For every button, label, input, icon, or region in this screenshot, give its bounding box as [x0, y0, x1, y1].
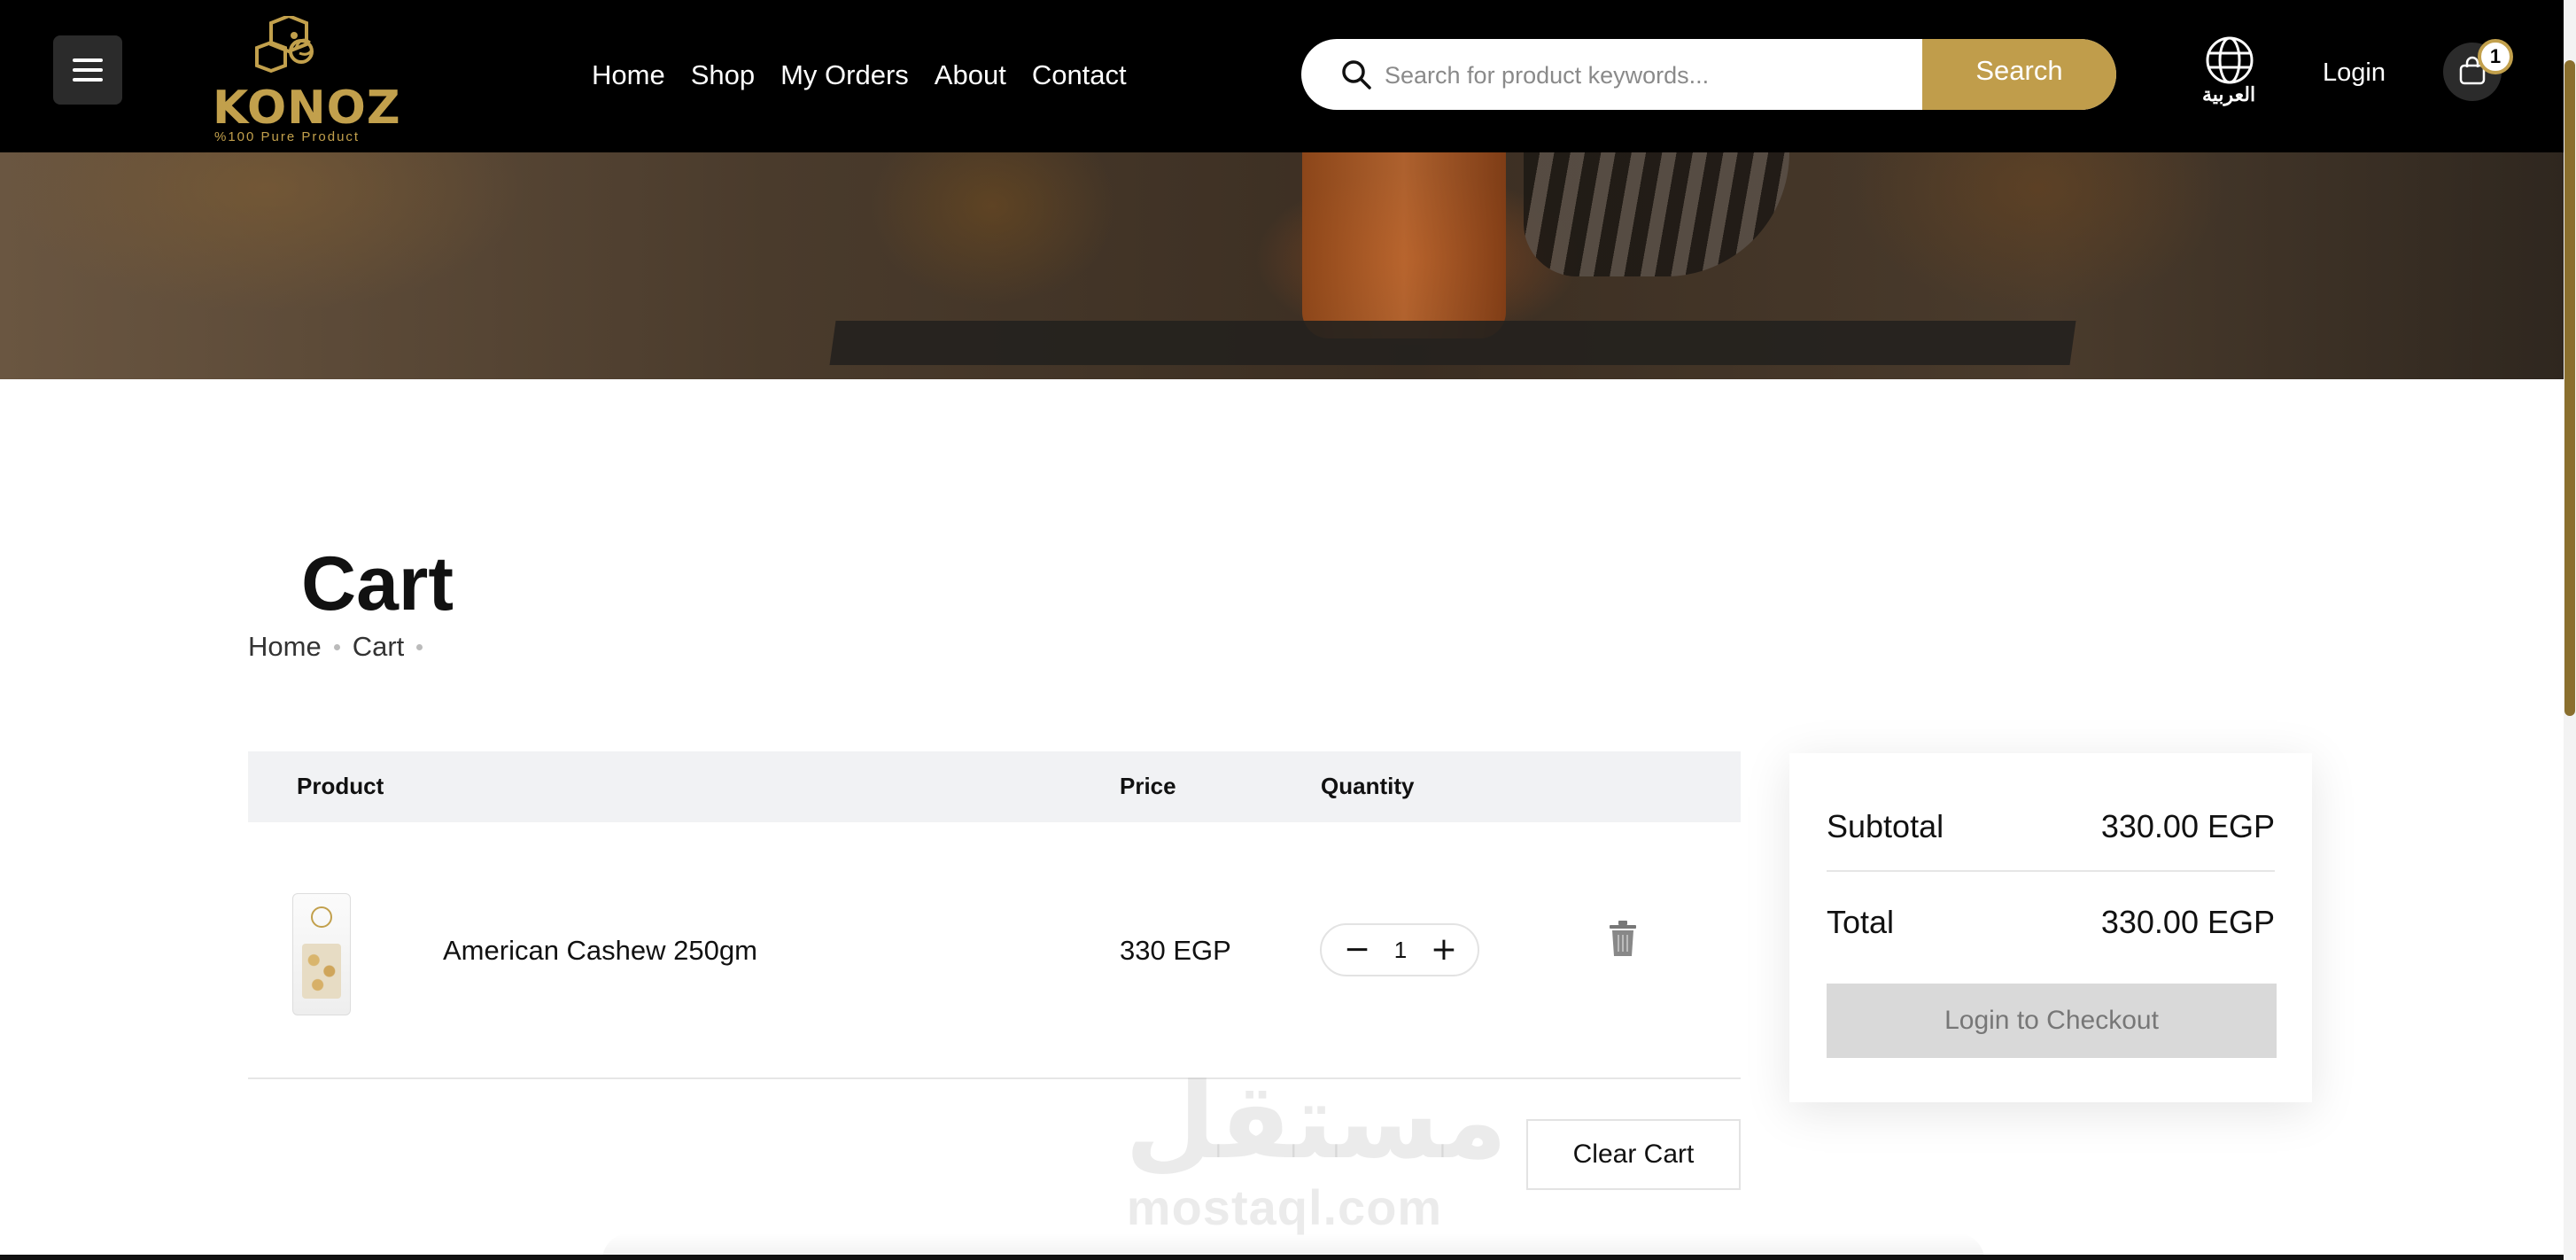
page-title: Cart	[301, 541, 454, 626]
main-nav: Home Shop My Orders About Contact	[592, 53, 1127, 97]
search-icon	[1342, 60, 1371, 89]
scrollbar-thumb[interactable]	[2564, 60, 2575, 716]
cart-table-header: Product Price Quantity	[248, 751, 1741, 822]
header-product: Product	[297, 773, 384, 799]
nav-home[interactable]: Home	[592, 53, 665, 97]
product-name[interactable]: American Cashew 250gm	[443, 935, 757, 967]
globe-icon	[2206, 36, 2254, 84]
header-price: Price	[1120, 773, 1176, 799]
window-bottom-edge	[0, 1255, 2564, 1260]
order-summary: Subtotal 330.00 EGP Total 330.00 EGP Log…	[1789, 753, 2312, 1102]
breadcrumb-home[interactable]: Home	[248, 631, 322, 663]
logo-tagline: %100 Pure Product	[214, 129, 361, 144]
breadcrumb-cart: Cart	[352, 631, 405, 662]
quantity-increase-button[interactable]: +	[1426, 930, 1462, 969]
language-label[interactable]: العربية	[2193, 83, 2264, 106]
site-header: KONOZ %100 Pure Product Home Shop My Ord…	[0, 0, 2564, 152]
nav-shop[interactable]: Shop	[691, 53, 755, 97]
row-divider	[248, 1077, 1741, 1079]
quantity-stepper: − 1 +	[1320, 923, 1479, 976]
search-input[interactable]	[1383, 39, 1918, 110]
product-price: 330 EGP	[1120, 935, 1231, 966]
hamburger-icon	[73, 58, 103, 62]
total-value: 330.00 EGP	[2100, 904, 2275, 940]
product-thumbnail[interactable]	[292, 893, 351, 1015]
subtotal-value: 330.00 EGP	[2100, 808, 2275, 844]
cart-count-badge: 1	[2478, 39, 2513, 74]
summary-divider	[1827, 870, 2275, 872]
watermark-arabic: مستقل	[1125, 1060, 1508, 1182]
breadcrumb-separator	[416, 643, 423, 650]
nav-contact[interactable]: Contact	[1032, 53, 1127, 97]
site-logo[interactable]: KONOZ %100 Pure Product	[209, 16, 400, 144]
breadcrumb-separator	[333, 643, 340, 650]
logo-wordmark: KONOZ	[213, 82, 401, 135]
honeycomb-bee-logo-icon	[255, 16, 314, 74]
search-bar: Search	[1301, 39, 2116, 110]
nav-about[interactable]: About	[935, 53, 1006, 97]
hero-banner-image	[0, 152, 2564, 379]
breadcrumb: Home Cart	[248, 631, 435, 663]
login-link[interactable]: Login	[2323, 58, 2386, 88]
login-to-checkout-button[interactable]: Login to Checkout	[1827, 984, 2277, 1058]
menu-button[interactable]	[53, 35, 122, 105]
total-label: Total	[1827, 904, 1895, 940]
quantity-value: 1	[1393, 937, 1408, 963]
watermark-latin: mostaql.com	[1126, 1179, 1443, 1235]
header-quantity: Quantity	[1321, 773, 1415, 799]
search-button[interactable]: Search	[1922, 39, 2116, 110]
subtotal-label: Subtotal	[1827, 808, 1944, 844]
quantity-decrease-button[interactable]: −	[1339, 930, 1375, 969]
trash-icon[interactable]	[1608, 920, 1638, 957]
clear-cart-button[interactable]: Clear Cart	[1526, 1119, 1741, 1190]
nav-my-orders[interactable]: My Orders	[780, 53, 909, 97]
